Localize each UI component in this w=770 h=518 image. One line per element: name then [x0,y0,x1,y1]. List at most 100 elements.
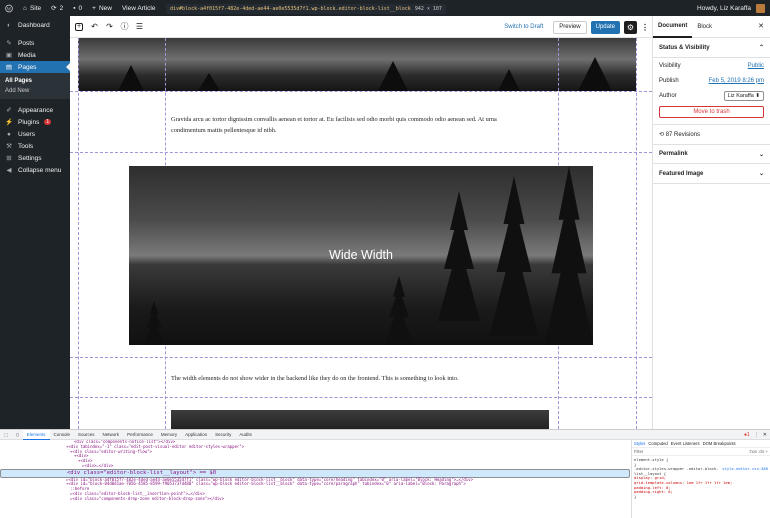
refresh-icon: ⟳ [51,5,57,12]
publish-date[interactable]: Feb 5, 2019 8:26 pm [709,78,764,84]
css-line: } [634,493,637,499]
paragraph-block[interactable]: Gravida arcu ac tortor dignissim convall… [171,114,531,136]
devtools-tab-memory[interactable]: Memory [157,430,181,440]
settings-gear-icon[interactable]: ⚙ [624,20,637,34]
devtools-tab-performance[interactable]: Performance [123,430,157,440]
move-to-trash-button[interactable]: Move to trash [659,106,764,118]
wide-width-image-block[interactable]: Wide Width [129,166,593,345]
update-button[interactable]: Update [590,20,620,34]
settings-sidebar: Document Block ✕ Status & Visibility ⌃ Vi… [652,16,770,429]
plugin-icon: ⚡ [5,119,14,126]
redo-icon[interactable]: ↷ [103,20,116,33]
info-icon[interactable]: ⓘ [118,20,131,33]
revisions-link[interactable]: ⟲ 87 Revisions [653,124,770,144]
publish-label: Publish [659,77,679,84]
sidebar-item-media[interactable]: ▣ Media [0,49,70,61]
dom-breakpoints-tab[interactable]: DOM Breakpoints [703,441,736,446]
inspect-icon[interactable]: ⬚ [0,430,12,440]
plus-icon: + [92,4,96,12]
devtools-menu-icon[interactable]: ⋮ [754,432,759,438]
devtools-tab-audits[interactable]: Audits [235,430,256,440]
featured-image-panel-toggle[interactable]: Featured Image ⌄ [653,164,770,184]
sidebar-item-plugins[interactable]: ⚡ Plugins 1 [0,116,70,128]
sidebar-item-dashboard[interactable]: ◐ Dashboard [0,19,70,31]
close-icon[interactable]: ✕ [758,22,764,30]
computed-tab[interactable]: Computed [648,441,667,446]
styles-filter-options[interactable]: :hov .cls + [749,449,768,454]
author-select[interactable]: Liz Karaffa ⬍ [723,90,764,101]
sidebar-item-posts[interactable]: ✎ Posts [0,37,70,49]
avatar [756,3,765,13]
sidebar-item-appearance[interactable]: ✐ Appearance [0,104,70,116]
error-count-badge[interactable]: ●1 [744,432,750,438]
image-block-bottom[interactable] [171,410,549,429]
switch-to-draft-link[interactable]: Switch to Draft [504,24,543,30]
preview-button[interactable]: Preview [553,20,587,34]
devtools-tab-console[interactable]: Console [50,430,75,440]
devtools-panel: ⬚ ▯ Elements Console Sources Network Per… [0,429,770,518]
image-block-top[interactable] [78,38,636,91]
settings-icon: ⊞ [6,155,12,162]
dom-tree[interactable]: <div class="components-notice-list"></di… [0,440,630,518]
visibility-value[interactable]: Public [748,63,764,69]
svg-text:W: W [7,7,12,12]
chevron-down-icon: ⌄ [758,171,764,177]
add-block-button[interactable]: + [75,22,83,31]
author-label: Author [659,92,677,99]
event-listeners-tab[interactable]: Event Listeners [671,441,700,446]
site-link[interactable]: ⌂ Site [18,0,46,16]
device-toolbar-icon[interactable]: ▯ [12,430,22,440]
submenu-all-pages[interactable]: All Pages [0,76,70,86]
dom-line[interactable]: ▸<div class="components-drop-zone editor… [0,496,630,502]
wrench-icon: ⚒ [6,143,12,150]
dashboard-icon: ◐ [7,21,11,29]
collapse-icon: ◀ [6,167,12,174]
comment-icon: ▪ [73,4,76,12]
styles-tab[interactable]: Styles [634,441,645,446]
stylesheet-link[interactable]: style-editor.css:386 [722,467,768,472]
devtools-tab-sources[interactable]: Sources [74,430,99,440]
pages-submenu: All Pages Add New [0,73,70,99]
devtools-close-icon[interactable]: ✕ [763,432,767,438]
styles-pane: Styles Computed Event Listeners DOM Brea… [631,440,770,518]
sidebar-item-tools[interactable]: ⚒ Tools [0,140,70,152]
brush-icon: ✐ [6,107,12,114]
new-content-link[interactable]: + New [87,0,117,16]
styles-filter-input[interactable]: Filter [634,449,643,454]
tab-block[interactable]: Block [692,16,717,38]
devtools-tab-application[interactable]: Application [181,430,211,440]
sidebar-item-settings[interactable]: ⊞ Settings [0,152,70,164]
sidebar-item-collapse[interactable]: ◀ Collapse menu [0,164,70,176]
pin-icon: ✎ [6,40,12,47]
element-inspector-tooltip: div#block-a4f015f7-482e-4ded-ae44-ae0e55… [166,4,446,14]
more-menu-icon[interactable]: ⋮ [641,21,649,34]
tooltip-dimensions: 942 × 107 [414,6,442,12]
block-navigation-icon[interactable]: ☰ [133,20,146,33]
editor-canvas: Gravida arcu ac tortor dignissim convall… [70,38,652,429]
wide-width-title: Wide Width [329,248,393,262]
devtools-tab-security[interactable]: Security [211,430,235,440]
devtools-tab-network[interactable]: Network [99,430,124,440]
wordpress-logo-icon[interactable]: W [0,0,18,16]
page-icon: ▤ [5,64,13,71]
account-menu[interactable]: Howdy, Liz Karaffa [692,0,770,16]
visibility-label: Visibility [659,62,681,69]
submenu-add-new[interactable]: Add New [0,86,70,96]
chevron-up-icon: ⌃ [758,45,764,51]
plugins-update-badge: 1 [44,119,52,125]
undo-icon[interactable]: ↶ [88,20,101,33]
status-visibility-panel-toggle[interactable]: Status & Visibility ⌃ [653,38,770,58]
tab-document[interactable]: Document [653,16,693,38]
css-rules: element.style { } style-editor.css:386 .e… [632,456,770,501]
view-article-link[interactable]: View Article [117,0,160,16]
updates-link[interactable]: ⟳ 2 [46,0,68,16]
sidebar-item-users[interactable]: ● Users [0,128,70,140]
home-icon: ⌂ [23,4,27,12]
permalink-panel-toggle[interactable]: Permalink ⌄ [653,144,770,164]
comments-link[interactable]: ▪ 0 [68,0,87,16]
admin-sidebar: ◐ Dashboard ✎ Posts ▣ Media ▤ Pages All Page… [0,16,70,429]
chevron-down-icon: ⌄ [758,151,764,158]
devtools-tab-elements[interactable]: Elements [22,429,50,440]
paragraph-block-2[interactable]: The width elements do not show wider in … [171,373,551,384]
sidebar-item-pages[interactable]: ▤ Pages [0,61,70,73]
